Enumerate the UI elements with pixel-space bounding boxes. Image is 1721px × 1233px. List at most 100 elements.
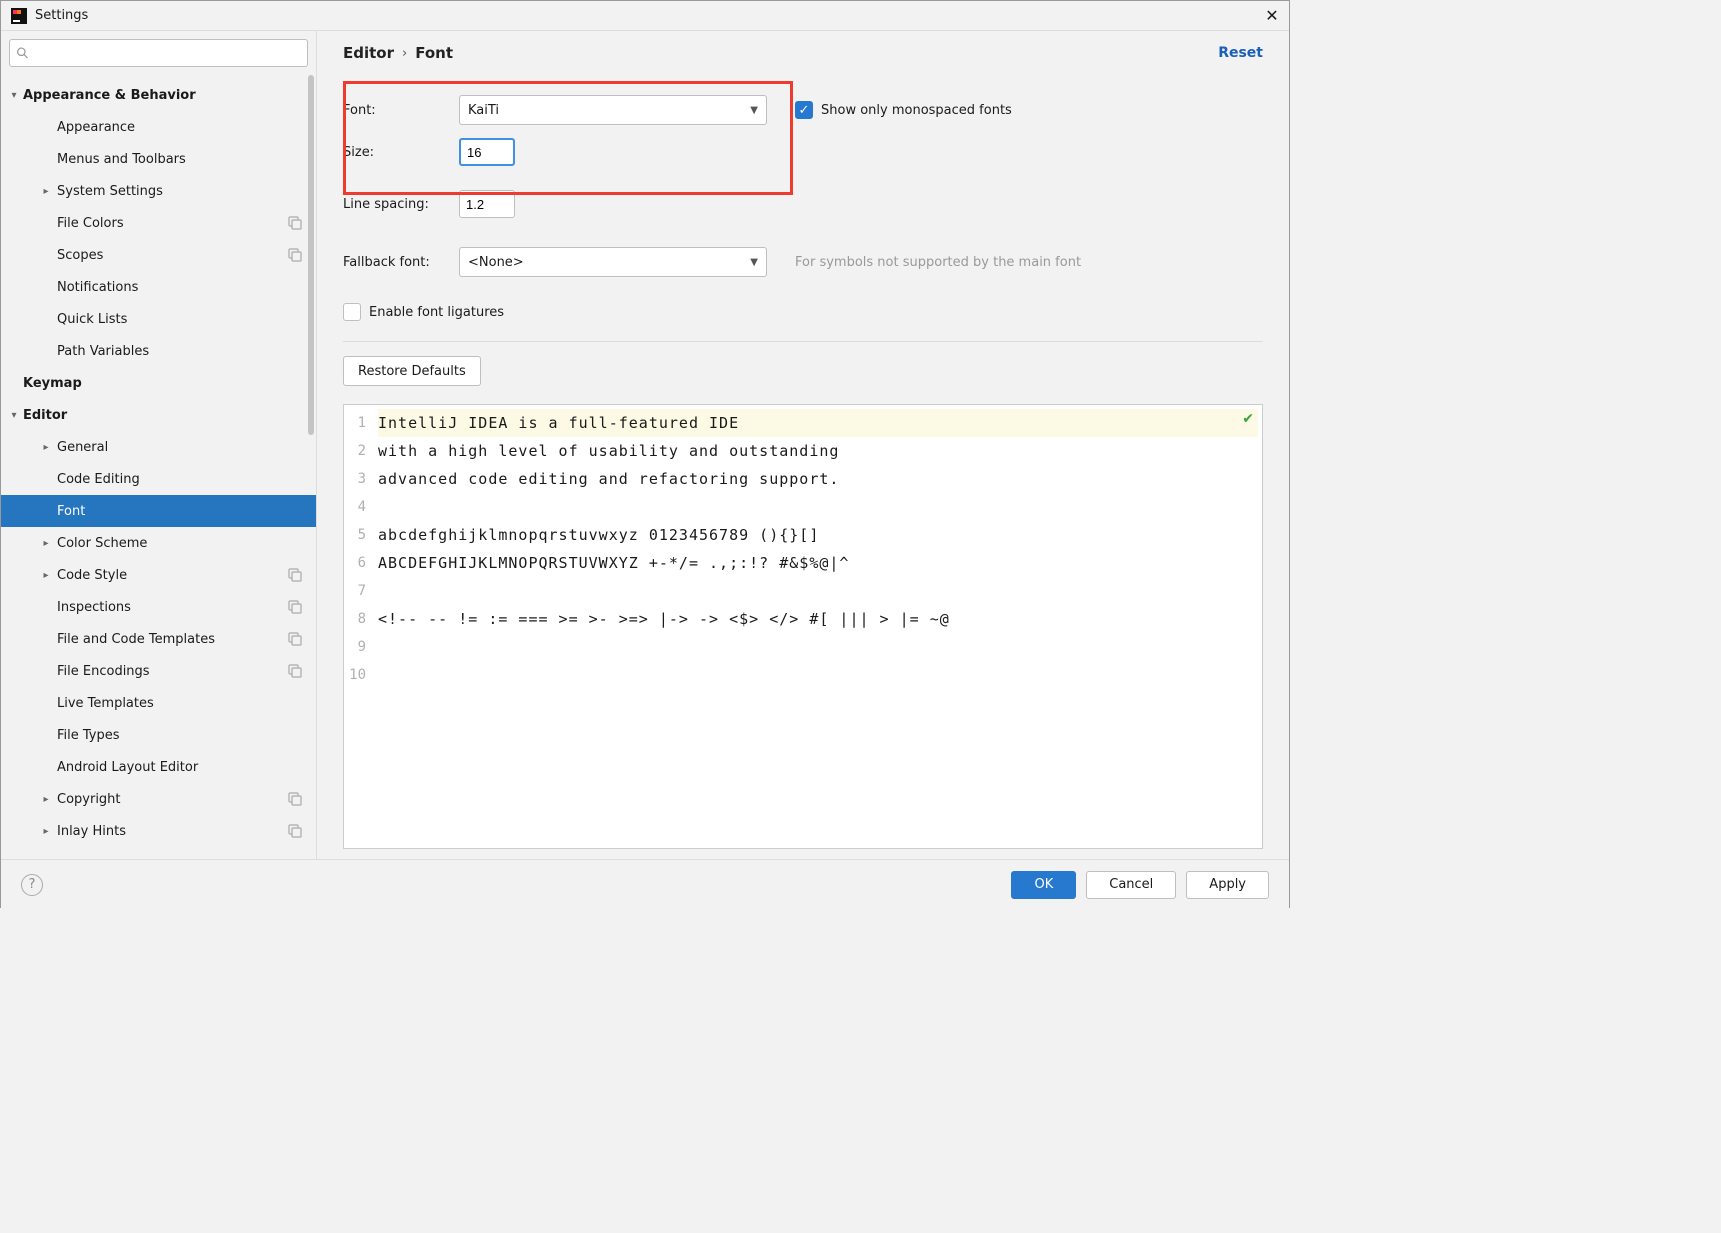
fallback-font-label: Fallback font: bbox=[343, 255, 459, 270]
search-input[interactable] bbox=[33, 46, 301, 61]
breadcrumb-segment: Editor bbox=[343, 44, 394, 62]
chevron-right-icon: ▸ bbox=[37, 570, 55, 581]
project-scope-icon bbox=[288, 248, 302, 262]
chevron-right-icon: › bbox=[402, 46, 407, 61]
chevron-right-icon: ▸ bbox=[37, 442, 55, 453]
sidebar-item-notifications[interactable]: Notifications bbox=[1, 271, 316, 303]
font-preview-editor: 12345678910 IntelliJ IDEA is a full-feat… bbox=[343, 404, 1263, 849]
restore-defaults-button[interactable]: Restore Defaults bbox=[343, 356, 481, 386]
window-title: Settings bbox=[35, 8, 88, 23]
dialog-button-bar: ? OK Cancel Apply bbox=[1, 859, 1289, 909]
monospaced-checkbox[interactable]: ✓ bbox=[795, 101, 813, 119]
settings-tree: ▾Appearance & BehaviorAppearanceMenus an… bbox=[1, 75, 316, 859]
sidebar-item-label: Quick Lists bbox=[57, 312, 127, 327]
sidebar-item-label: System Settings bbox=[57, 184, 163, 199]
chevron-down-icon: ▼ bbox=[750, 105, 758, 116]
chevron-down-icon: ▼ bbox=[750, 257, 758, 268]
sidebar-item-file-colors[interactable]: File Colors bbox=[1, 207, 316, 239]
sidebar-item-keymap[interactable]: Keymap bbox=[1, 367, 316, 399]
app-icon bbox=[11, 8, 27, 24]
sidebar-item-path-variables[interactable]: Path Variables bbox=[1, 335, 316, 367]
chevron-down-icon: ▾ bbox=[5, 410, 23, 421]
sidebar-item-color-scheme[interactable]: ▸Color Scheme bbox=[1, 527, 316, 559]
sidebar-item-appearance[interactable]: Appearance bbox=[1, 111, 316, 143]
project-scope-icon bbox=[288, 792, 302, 806]
help-icon[interactable]: ? bbox=[21, 874, 43, 896]
project-scope-icon bbox=[288, 664, 302, 678]
sidebar-item-label: Appearance & Behavior bbox=[23, 88, 196, 103]
sidebar-item-label: Code Style bbox=[57, 568, 127, 583]
line-spacing-input[interactable] bbox=[459, 190, 515, 218]
window-titlebar: Settings ✕ bbox=[1, 1, 1289, 31]
sidebar-item-label: Menus and Toolbars bbox=[57, 152, 186, 167]
sidebar-item-general[interactable]: ▸General bbox=[1, 431, 316, 463]
sidebar-item-label: File Types bbox=[57, 728, 120, 743]
project-scope-icon bbox=[288, 632, 302, 646]
sidebar-item-label: Keymap bbox=[23, 376, 82, 391]
sidebar-item-label: General bbox=[57, 440, 108, 455]
ligatures-label: Enable font ligatures bbox=[369, 305, 504, 320]
close-icon[interactable]: ✕ bbox=[1265, 9, 1279, 23]
search-icon bbox=[16, 46, 29, 60]
sidebar-item-label: Inlay Hints bbox=[57, 824, 126, 839]
sidebar-item-label: Inspections bbox=[57, 600, 131, 615]
sidebar-item-menus-and-toolbars[interactable]: Menus and Toolbars bbox=[1, 143, 316, 175]
sidebar-item-font[interactable]: Font bbox=[1, 495, 316, 527]
sidebar-item-file-types[interactable]: File Types bbox=[1, 719, 316, 751]
chevron-right-icon: ▸ bbox=[37, 538, 55, 549]
sidebar-item-label: File and Code Templates bbox=[57, 632, 215, 647]
sidebar-item-inspections[interactable]: Inspections bbox=[1, 591, 316, 623]
size-label: Size: bbox=[343, 145, 459, 160]
fallback-font-value: <None> bbox=[468, 255, 524, 270]
font-label: Font: bbox=[343, 103, 459, 118]
ok-button[interactable]: OK bbox=[1011, 871, 1076, 899]
sidebar-item-live-templates[interactable]: Live Templates bbox=[1, 687, 316, 719]
reset-link[interactable]: Reset bbox=[1218, 45, 1263, 61]
project-scope-icon bbox=[288, 216, 302, 230]
font-select-value: KaiTi bbox=[468, 103, 499, 118]
sidebar-item-label: File Colors bbox=[57, 216, 124, 231]
sidebar-item-label: Live Templates bbox=[57, 696, 154, 711]
preview-lines: IntelliJ IDEA is a full-featured IDEwith… bbox=[374, 405, 1262, 848]
sidebar-item-label: Code Editing bbox=[57, 472, 140, 487]
breadcrumb: Editor › Font bbox=[343, 44, 453, 62]
sidebar-item-label: Appearance bbox=[57, 120, 135, 135]
sidebar-item-editor[interactable]: ▾Editor bbox=[1, 399, 316, 431]
monospaced-checkbox-label: Show only monospaced fonts bbox=[821, 103, 1012, 118]
size-input[interactable] bbox=[459, 138, 515, 166]
sidebar-item-label: Notifications bbox=[57, 280, 138, 295]
sidebar-search[interactable] bbox=[9, 39, 308, 67]
sidebar-item-label: Editor bbox=[23, 408, 67, 423]
sidebar-item-android-layout-editor[interactable]: Android Layout Editor bbox=[1, 751, 316, 783]
apply-button[interactable]: Apply bbox=[1186, 871, 1269, 899]
sidebar-item-code-editing[interactable]: Code Editing bbox=[1, 463, 316, 495]
sidebar-item-system-settings[interactable]: ▸System Settings bbox=[1, 175, 316, 207]
breadcrumb-segment: Font bbox=[415, 44, 453, 62]
sidebar-item-scopes[interactable]: Scopes bbox=[1, 239, 316, 271]
chevron-right-icon: ▸ bbox=[37, 186, 55, 197]
sidebar-item-inlay-hints[interactable]: ▸Inlay Hints bbox=[1, 815, 316, 847]
font-select[interactable]: KaiTi ▼ bbox=[459, 95, 767, 125]
cancel-button[interactable]: Cancel bbox=[1086, 871, 1176, 899]
sidebar-item-code-style[interactable]: ▸Code Style bbox=[1, 559, 316, 591]
line-spacing-label: Line spacing: bbox=[343, 197, 459, 212]
chevron-down-icon: ▾ bbox=[5, 90, 23, 101]
sidebar-item-label: Font bbox=[57, 504, 85, 519]
sidebar-item-copyright[interactable]: ▸Copyright bbox=[1, 783, 316, 815]
fallback-hint: For symbols not supported by the main fo… bbox=[795, 255, 1081, 270]
sidebar-item-file-encodings[interactable]: File Encodings bbox=[1, 655, 316, 687]
sidebar-item-quick-lists[interactable]: Quick Lists bbox=[1, 303, 316, 335]
sidebar-item-label: Path Variables bbox=[57, 344, 149, 359]
settings-content: Editor › Font Reset Font: KaiTi ▼ ✓ Show… bbox=[317, 31, 1289, 859]
sidebar-item-label: Android Layout Editor bbox=[57, 760, 198, 775]
fallback-font-select[interactable]: <None> ▼ bbox=[459, 247, 767, 277]
check-icon: ✔ bbox=[1242, 411, 1254, 427]
sidebar-item-appearance-behavior[interactable]: ▾Appearance & Behavior bbox=[1, 79, 316, 111]
sidebar-item-label: File Encodings bbox=[57, 664, 150, 679]
project-scope-icon bbox=[288, 568, 302, 582]
chevron-right-icon: ▸ bbox=[37, 794, 55, 805]
preview-gutter: 12345678910 bbox=[344, 405, 374, 848]
sidebar-item-file-and-code-templates[interactable]: File and Code Templates bbox=[1, 623, 316, 655]
sidebar-item-label: Color Scheme bbox=[57, 536, 147, 551]
ligatures-checkbox[interactable] bbox=[343, 303, 361, 321]
